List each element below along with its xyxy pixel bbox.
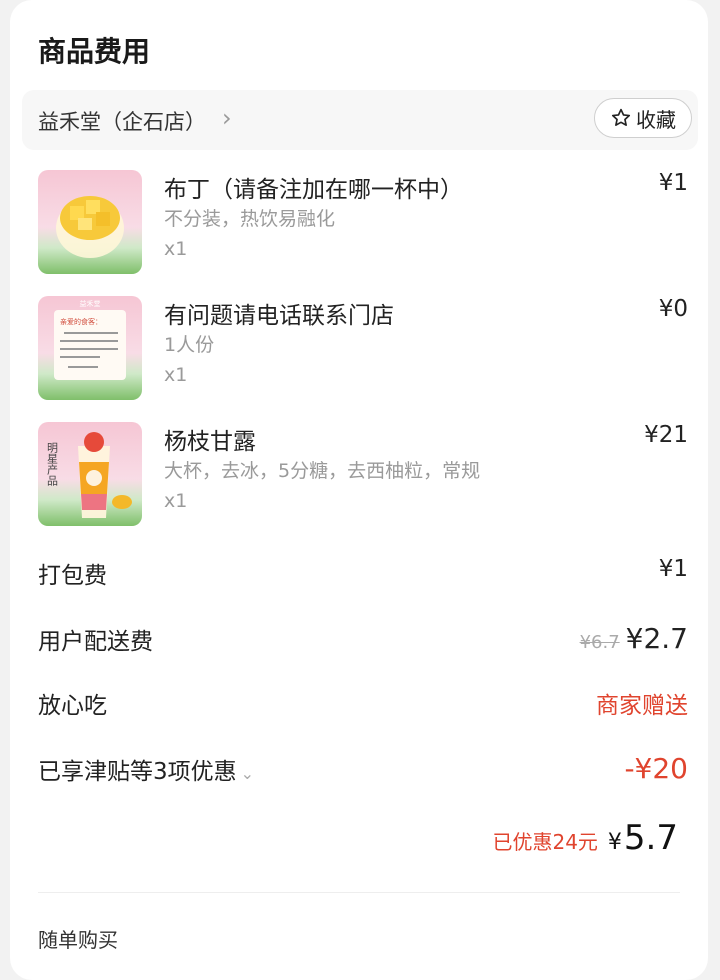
- cart-item[interactable]: 明星产品 杨枝甘露 大杯，去冰，5分糖，去西柚粒，常规 x1 ¥21: [38, 422, 688, 532]
- fee-value: ¥2.7: [625, 622, 688, 655]
- item-spec: 1人份: [164, 334, 215, 356]
- item-quantity: x1: [164, 364, 188, 386]
- original-price: ¥6.7: [579, 632, 620, 653]
- fee-row-discount[interactable]: 已享津贴等3项优惠 ⌄ -¥20: [38, 752, 688, 792]
- pudding-image: [56, 196, 124, 258]
- mango-drink-image: 明星产品: [46, 432, 132, 518]
- item-quantity: x1: [164, 490, 188, 512]
- item-price: ¥1: [658, 170, 688, 196]
- currency-symbol: ¥: [607, 830, 622, 855]
- total-value: 5.7: [623, 818, 678, 858]
- fee-value-group: ¥6.7 ¥2.7: [580, 622, 688, 655]
- fee-label: 打包费: [38, 563, 107, 589]
- favorite-button[interactable]: 收藏: [594, 98, 692, 138]
- item-name: 有问题请电话联系门店: [164, 303, 394, 329]
- store-bar[interactable]: 益禾堂（企石店） › 收藏: [22, 90, 698, 150]
- saved-amount: 已优惠24元: [492, 830, 598, 854]
- item-thumbnail: [38, 170, 142, 274]
- item-spec: 大杯，去冰，5分糖，去西柚粒，常规: [164, 460, 481, 482]
- fee-label: 用户配送费: [38, 629, 153, 655]
- store-name[interactable]: 益禾堂（企石店）: [38, 106, 206, 136]
- favorite-label: 收藏: [636, 107, 676, 132]
- item-name: 杨枝甘露: [164, 429, 256, 455]
- item-name: 布丁（请备注加在哪一杯中）: [164, 177, 463, 203]
- thumb-badge-text: 明星产品: [46, 442, 59, 486]
- thumb-brand-text: 益禾堂: [80, 299, 101, 308]
- fee-value: ¥1: [658, 556, 688, 582]
- fee-row-packing: 打包费 ¥1: [38, 556, 688, 596]
- next-section-title: 随单购买: [38, 928, 118, 952]
- item-price: ¥21: [644, 422, 688, 448]
- item-thumbnail: 明星产品: [38, 422, 142, 526]
- chevron-down-icon: ⌄: [240, 764, 255, 783]
- discount-toggle[interactable]: 已享津贴等3项优惠 ⌄: [38, 752, 254, 786]
- thumb-greeting-text: 亲爱的食客：: [60, 317, 102, 326]
- chevron-right-icon: ›: [222, 104, 232, 132]
- fee-label: 放心吃: [38, 693, 107, 719]
- item-price: ¥0: [658, 296, 688, 322]
- item-spec: 不分装，热饮易融化: [164, 208, 336, 230]
- fee-row-safe-eat: 放心吃 商家赠送: [38, 686, 688, 726]
- total-row: 已优惠24元 ¥5.7: [492, 818, 678, 858]
- fee-row-delivery: 用户配送费 ¥6.7 ¥2.7: [38, 622, 688, 662]
- order-fee-card: 商品费用 益禾堂（企石店） › 收藏 布丁（请备注加在哪一杯中） 不分装，热饮易…: [10, 0, 708, 980]
- section-title: 商品费用: [38, 35, 151, 68]
- star-icon: [611, 108, 631, 126]
- divider: [38, 892, 680, 893]
- fee-value: 商家赠送: [596, 693, 688, 719]
- item-thumbnail: 益禾堂 亲爱的食客：: [38, 296, 142, 400]
- cart-item[interactable]: 布丁（请备注加在哪一杯中） 不分装，热饮易融化 x1 ¥1: [38, 170, 688, 280]
- item-quantity: x1: [164, 238, 188, 260]
- fee-label: 已享津贴等3项优惠: [38, 759, 237, 785]
- notice-card-image: 益禾堂 亲爱的食客：: [54, 299, 126, 380]
- total-amount: ¥5.7: [608, 818, 678, 858]
- cart-item[interactable]: 益禾堂 亲爱的食客： 有问题请电话联系门店 1人份 x1 ¥0: [38, 296, 688, 406]
- fee-value: -¥20: [624, 752, 688, 785]
